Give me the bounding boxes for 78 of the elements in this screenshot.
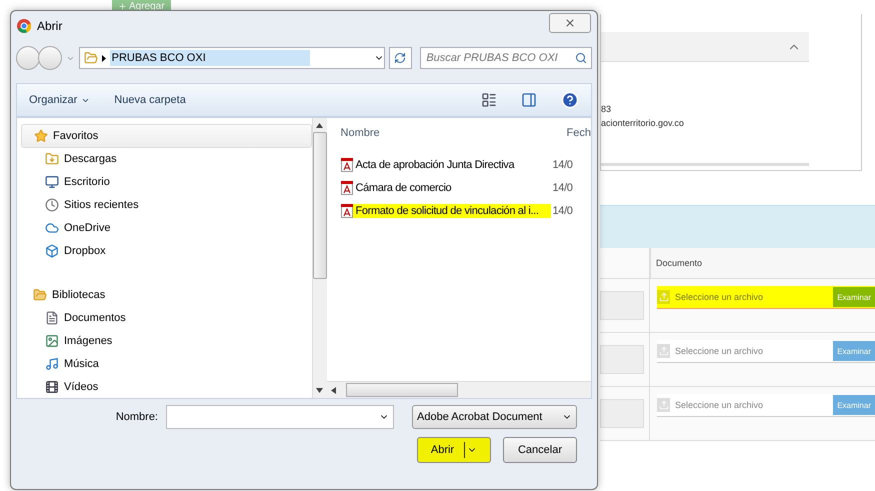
nav-item[interactable]: Dropbox: [21, 240, 312, 263]
nav-item[interactable]: Descargas: [21, 148, 312, 171]
view-list-icon[interactable]: [481, 92, 497, 108]
info-text: acionterritorio.gov.co: [601, 118, 685, 128]
nav-group-item[interactable]: Bibliotecas: [21, 284, 312, 306]
cancel-button[interactable]: Cancelar: [503, 437, 577, 463]
back-button[interactable]: [16, 46, 40, 70]
scroll-up-arrow-icon[interactable]: [316, 123, 324, 128]
file-placeholder: Seleccione un archivo: [674, 346, 764, 356]
path-text: PRUBAS BCO OXI: [110, 50, 310, 66]
file-type-dropdown[interactable]: Adobe Acrobat Document: [412, 405, 577, 429]
search-field[interactable]: Buscar PRUBAS BCO OXI: [420, 47, 592, 69]
scroll-left-arrow-icon[interactable]: [330, 386, 336, 394]
refresh-icon: [394, 52, 406, 64]
breadcrumb-arrow-icon: [102, 54, 106, 62]
close-button[interactable]: [549, 13, 591, 33]
nav-group-item[interactable]: Favoritos: [21, 124, 312, 148]
upload-icon: [657, 290, 670, 304]
filename-field[interactable]: [166, 405, 394, 429]
input-field[interactable]: [600, 399, 644, 428]
cloud-icon: [45, 221, 59, 236]
music-note-icon: [45, 356, 59, 371]
file-name[interactable]: Formato de solicitud de vinculación al i...: [340, 204, 551, 218]
input-field[interactable]: [600, 291, 644, 320]
pdf-file-icon: [340, 204, 353, 218]
monitor-icon: [45, 175, 59, 190]
pdf-file-icon: [340, 180, 353, 194]
address-bar[interactable]: PRUBAS BCO OXI: [78, 47, 385, 69]
file-upload-field[interactable]: Seleccione un archivo Examinar: [657, 340, 875, 363]
filename-label: Nombre:: [116, 411, 158, 423]
file-upload-field[interactable]: Seleccione un archivo Examinar: [657, 286, 875, 309]
preview-pane-icon[interactable]: [521, 92, 537, 108]
input-field[interactable]: [600, 345, 644, 374]
browser-logo-icon: [17, 19, 31, 33]
file-date: 14/0: [552, 158, 573, 170]
folder-icon: [33, 288, 47, 302]
file-placeholder: Seleccione un archivo: [674, 400, 764, 410]
scrollbar[interactable]: [312, 118, 327, 398]
help-icon[interactable]: [561, 91, 579, 109]
nav-item[interactable]: Escritorio: [21, 170, 312, 194]
new-folder-button[interactable]: Nueva carpeta: [114, 94, 186, 106]
clock-icon: [45, 198, 59, 212]
plus-icon: [118, 2, 127, 10]
close-icon: [564, 17, 576, 29]
open-button[interactable]: Abrir: [417, 437, 491, 463]
document-icon: [45, 310, 59, 325]
organize-menu-button[interactable]: Organizar: [29, 94, 90, 106]
folder-icon: [84, 51, 98, 65]
box-icon: [45, 244, 59, 258]
nav-item[interactable]: Imágenes: [21, 329, 312, 352]
horizontal-scrollbar[interactable]: [326, 381, 591, 398]
pdf-file-icon: [340, 158, 353, 172]
search-icon: [575, 52, 588, 64]
info-text: 83: [601, 104, 612, 114]
upload-icon: [657, 398, 670, 412]
image-icon: [45, 334, 59, 348]
film-icon: [45, 380, 59, 394]
nav-item[interactable]: Música: [21, 352, 312, 376]
nav-item[interactable]: Sitios recientes: [21, 194, 312, 217]
nav-item[interactable]: Documentos: [21, 306, 312, 330]
folder-download-icon: [45, 152, 59, 166]
file-name[interactable]: Acta de aprobación Junta Directiva: [340, 158, 551, 172]
star-icon: [34, 128, 48, 143]
column-header: Documento: [650, 248, 875, 279]
upload-icon: [657, 344, 670, 358]
nav-item[interactable]: OneDrive: [21, 216, 312, 240]
file-date: 14/0: [552, 204, 573, 216]
file-placeholder: Seleccione un archivo: [674, 292, 764, 302]
file-name[interactable]: Cámara de comercio: [340, 180, 551, 194]
window-title: Abrir: [37, 19, 64, 33]
column-header[interactable]: Nombre: [340, 127, 567, 139]
column-header[interactable]: Fech: [566, 127, 591, 139]
forward-button[interactable]: [38, 46, 62, 70]
nav-item[interactable]: Vídeos: [21, 375, 312, 398]
scroll-down-arrow-icon[interactable]: [316, 388, 324, 393]
file-upload-field[interactable]: Seleccione un archivo Examinar: [657, 394, 875, 417]
file-date: 14/0: [552, 182, 573, 194]
refresh-button[interactable]: [388, 47, 412, 69]
